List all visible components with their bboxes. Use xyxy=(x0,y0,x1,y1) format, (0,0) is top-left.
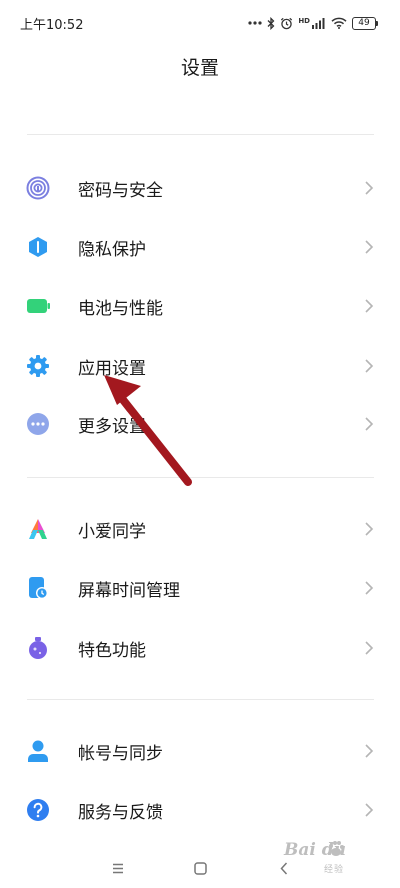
chevron-right-icon xyxy=(365,299,374,313)
chevron-right-icon xyxy=(365,581,374,595)
chevron-right-icon xyxy=(365,240,374,254)
status-icons: HD 49 xyxy=(248,16,378,30)
dots-icon xyxy=(248,21,262,25)
settings-item-app-settings[interactable]: 应用设置 xyxy=(0,338,400,394)
xiaoai-icon xyxy=(26,517,50,541)
item-label: 电池与性能 xyxy=(78,298,163,319)
item-label: 隐私保护 xyxy=(78,239,146,260)
flask-icon xyxy=(26,636,50,660)
fingerprint-icon xyxy=(26,176,50,200)
settings-item-account-sync[interactable]: 帐号与同步 xyxy=(0,723,400,779)
settings-item-password-security[interactable]: 密码与安全 xyxy=(0,160,400,216)
screen-time-icon xyxy=(26,576,50,600)
battery-icon xyxy=(26,294,50,318)
divider xyxy=(27,134,374,135)
item-label: 特色功能 xyxy=(78,640,146,661)
item-label: 帐号与同步 xyxy=(78,743,163,764)
settings-item-service-feedback[interactable]: 服务与反馈 xyxy=(0,782,400,838)
settings-item-xiaoai[interactable]: 小爱同学 xyxy=(0,501,400,557)
paw-icon xyxy=(329,841,344,856)
chevron-right-icon xyxy=(365,417,374,431)
settings-item-battery-performance[interactable]: 电池与性能 xyxy=(0,278,400,334)
menu-icon xyxy=(113,863,123,873)
bluetooth-icon xyxy=(267,16,275,30)
item-label: 更多设置 xyxy=(78,416,146,437)
account-icon xyxy=(26,739,50,763)
menu-nav-button[interactable] xyxy=(104,854,132,882)
more-icon xyxy=(26,412,50,436)
battery-level: 49 xyxy=(352,16,376,30)
status-time: 上午10:52 xyxy=(20,17,84,33)
divider xyxy=(27,699,374,700)
item-label: 小爱同学 xyxy=(78,521,146,542)
watermark-sub: 经验 xyxy=(324,865,345,875)
home-nav-button[interactable] xyxy=(186,854,214,882)
chevron-right-icon xyxy=(365,181,374,195)
item-label: 屏幕时间管理 xyxy=(78,580,180,601)
chevron-right-icon xyxy=(365,641,374,655)
hd-indicator: HD xyxy=(298,16,310,25)
chevron-right-icon xyxy=(365,803,374,817)
signal-icon xyxy=(312,18,325,29)
chevron-right-icon xyxy=(365,522,374,536)
page-title: 设置 xyxy=(180,57,219,79)
status-bar: 上午10:52 HD 49 xyxy=(0,0,400,46)
settings-item-special-features[interactable]: 特色功能 xyxy=(0,620,400,676)
chevron-right-icon xyxy=(365,359,374,373)
divider xyxy=(27,477,374,478)
settings-item-more-settings[interactable]: 更多设置 xyxy=(0,396,400,452)
gear-icon xyxy=(26,354,50,378)
home-icon xyxy=(193,861,207,875)
item-label: 应用设置 xyxy=(78,358,146,379)
chevron-right-icon xyxy=(365,744,374,758)
battery-indicator: 49 xyxy=(352,16,378,30)
watermark: Bai du 经验 xyxy=(284,836,392,880)
privacy-shield-icon xyxy=(26,235,50,259)
item-label: 服务与反馈 xyxy=(78,802,163,823)
settings-item-privacy[interactable]: 隐私保护 xyxy=(0,219,400,275)
alarm-icon xyxy=(281,17,293,29)
item-label: 密码与安全 xyxy=(78,180,163,201)
settings-item-screen-time[interactable]: 屏幕时间管理 xyxy=(0,560,400,616)
wifi-icon xyxy=(331,17,347,29)
help-icon xyxy=(26,798,50,822)
